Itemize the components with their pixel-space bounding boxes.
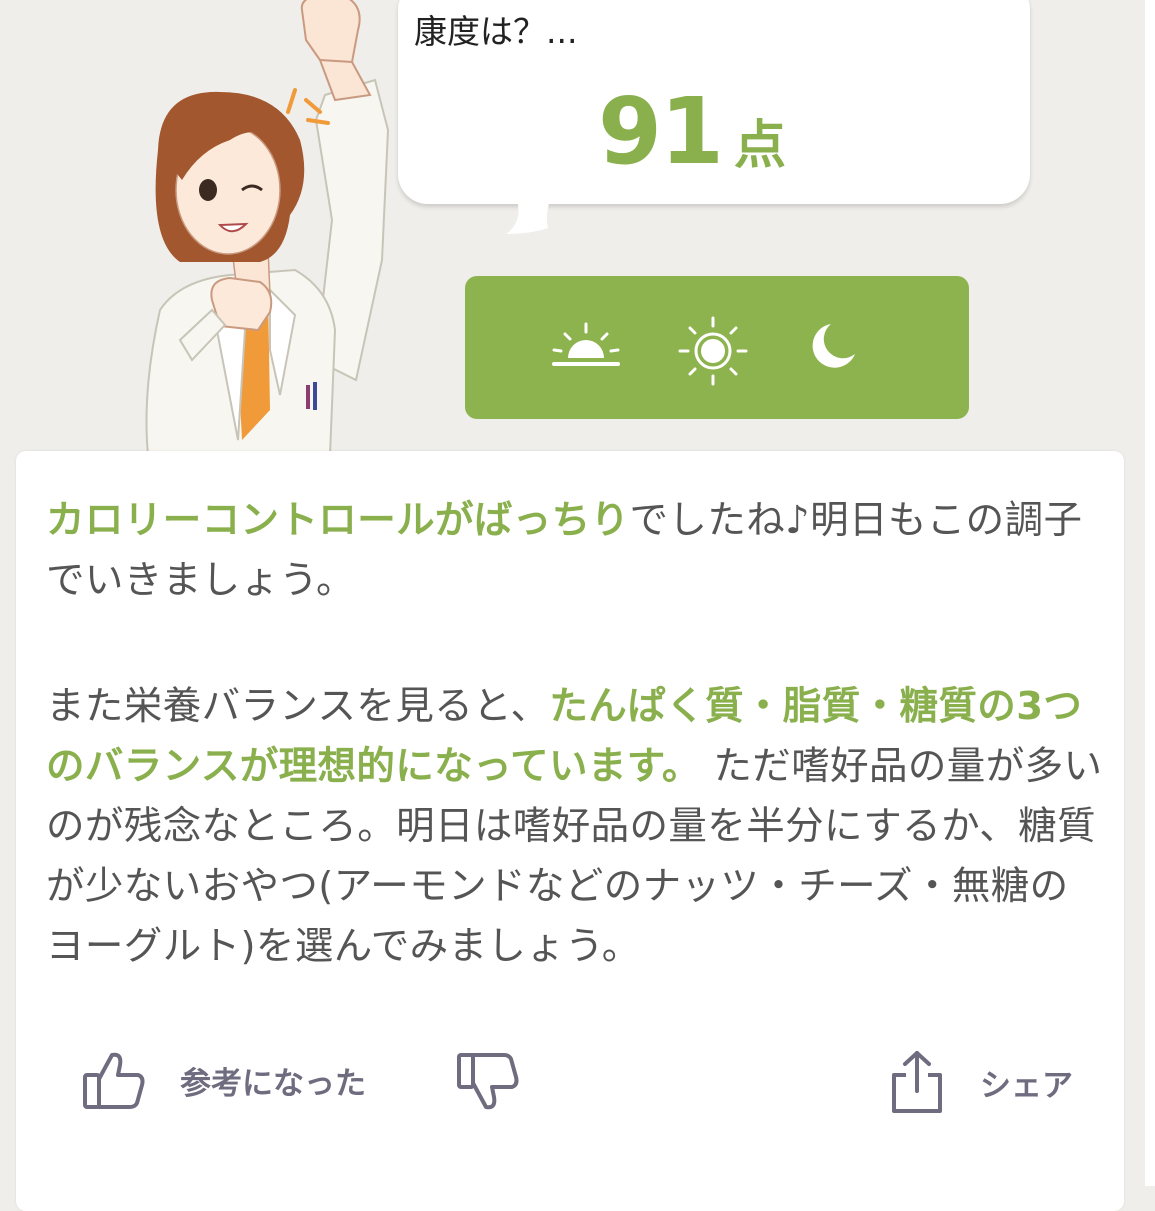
share-button[interactable]: シェア xyxy=(888,1049,1073,1115)
feedback-actions: 参考になった シェア xyxy=(16,451,1124,1211)
advice-card: カロリーコントロールがばっちりでしたね♪明日もこの調子でいきましょう。 また栄養… xyxy=(16,451,1124,1211)
score-display: 91 点 xyxy=(598,78,786,185)
helpful-button[interactable]: 参考になった xyxy=(82,1049,366,1111)
thumbs-up-icon xyxy=(83,1052,145,1109)
doctor-character-illustration xyxy=(145,0,390,455)
score-unit: 点 xyxy=(734,116,787,176)
right-edge-strip xyxy=(1145,0,1155,1186)
not-helpful-button[interactable] xyxy=(456,1051,520,1113)
thumbs-down-icon xyxy=(457,1053,519,1110)
moon-icon[interactable] xyxy=(801,316,861,376)
score-value: 91 xyxy=(598,78,724,185)
header-area: 康度は？... 91 点 xyxy=(0,0,1155,460)
sun-icon[interactable] xyxy=(678,316,748,386)
share-icon xyxy=(892,1051,942,1113)
sunrise-icon[interactable] xyxy=(550,316,622,378)
time-of-day-bar xyxy=(465,276,969,419)
helpful-label: 参考になった xyxy=(180,1065,366,1102)
speech-bubble-tail xyxy=(506,190,554,234)
share-label: シェア xyxy=(980,1067,1073,1104)
score-question: 康度は？... xyxy=(414,12,578,51)
